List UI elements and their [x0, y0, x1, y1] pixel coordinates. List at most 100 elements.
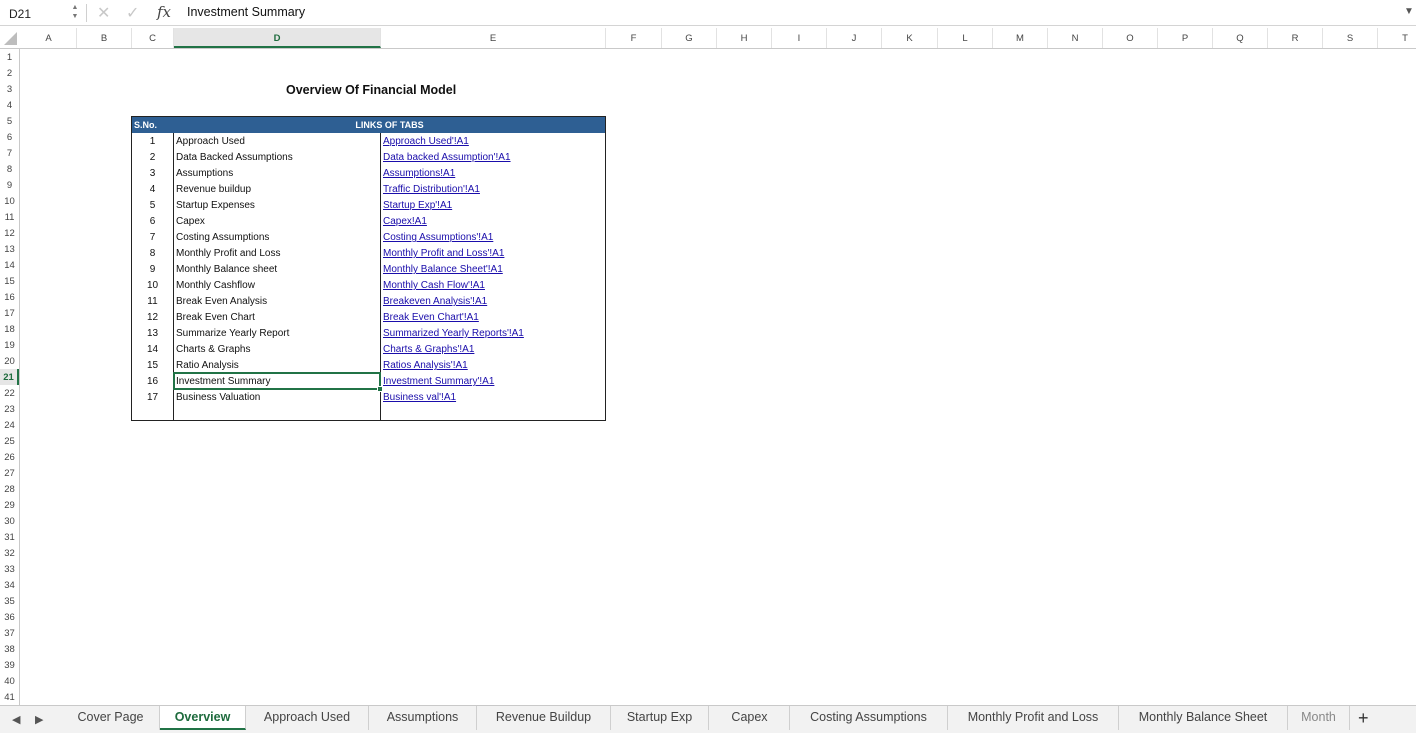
row-header[interactable]: 19: [0, 337, 19, 353]
tab-link[interactable]: Approach Used'!A1: [383, 136, 469, 147]
row-header[interactable]: 3: [0, 81, 19, 97]
active-cell-selection[interactable]: [173, 372, 383, 392]
row-header[interactable]: 38: [0, 641, 19, 657]
row-header[interactable]: 41: [0, 689, 19, 705]
row-header[interactable]: 36: [0, 609, 19, 625]
function-icon[interactable]: fx: [157, 3, 171, 21]
column-header[interactable]: B: [77, 28, 132, 48]
tab-link[interactable]: Monthly Cash Flow'!A1: [383, 280, 485, 291]
column-header[interactable]: L: [938, 28, 993, 48]
tab-link[interactable]: Charts & Graphs'!A1: [383, 344, 474, 355]
tab-link[interactable]: Monthly Profit and Loss'!A1: [383, 248, 504, 259]
row-header[interactable]: 13: [0, 241, 19, 257]
column-header[interactable]: R: [1268, 28, 1323, 48]
tab-link[interactable]: Break Even Chart'!A1: [383, 312, 479, 323]
row-header[interactable]: 37: [0, 625, 19, 641]
cancel-icon[interactable]: ✕: [97, 3, 110, 23]
row-header[interactable]: 31: [0, 529, 19, 545]
row-header[interactable]: 21: [0, 369, 19, 385]
column-header[interactable]: P: [1158, 28, 1213, 48]
row-header[interactable]: 4: [0, 97, 19, 113]
tab-link[interactable]: Monthly Balance Sheet'!A1: [383, 264, 503, 275]
confirm-icon[interactable]: ✓: [126, 3, 139, 23]
row-header[interactable]: 2: [0, 65, 19, 81]
row-header[interactable]: 39: [0, 657, 19, 673]
formula-input[interactable]: Investment Summary: [187, 5, 305, 19]
column-header[interactable]: H: [717, 28, 772, 48]
row-header[interactable]: 14: [0, 257, 19, 273]
row-header[interactable]: 40: [0, 673, 19, 689]
column-header[interactable]: E: [381, 28, 606, 48]
column-header[interactable]: A: [21, 28, 77, 48]
tab-link[interactable]: Data backed Assumption'!A1: [383, 152, 511, 163]
column-header[interactable]: N: [1048, 28, 1103, 48]
column-header[interactable]: D: [174, 28, 381, 48]
column-header[interactable]: S: [1323, 28, 1378, 48]
row-header[interactable]: 29: [0, 497, 19, 513]
row-header[interactable]: 22: [0, 385, 19, 401]
row-header[interactable]: 6: [0, 129, 19, 145]
next-sheet-icon[interactable]: ▶: [35, 713, 43, 726]
add-sheet-icon[interactable]: +: [1358, 708, 1369, 729]
tab-link[interactable]: Ratios Analysis'!A1: [383, 360, 468, 371]
row-header[interactable]: 8: [0, 161, 19, 177]
tab-link[interactable]: Traffic Distribution'!A1: [383, 184, 480, 195]
tab-link[interactable]: Summarized Yearly Reports'!A1: [383, 328, 524, 339]
sheet-tab[interactable]: Cover Page: [62, 706, 160, 730]
sheet-tab[interactable]: Monthly Balance Sheet: [1119, 706, 1288, 730]
column-header[interactable]: O: [1103, 28, 1158, 48]
row-header[interactable]: 12: [0, 225, 19, 241]
column-header[interactable]: M: [993, 28, 1048, 48]
fill-handle[interactable]: [377, 386, 383, 392]
row-header[interactable]: 27: [0, 465, 19, 481]
sheet-tab[interactable]: Revenue Buildup: [477, 706, 611, 730]
row-header[interactable]: 5: [0, 113, 19, 129]
row-header[interactable]: 18: [0, 321, 19, 337]
prev-sheet-icon[interactable]: ◀: [12, 713, 20, 726]
row-header[interactable]: 11: [0, 209, 19, 225]
column-header[interactable]: Q: [1213, 28, 1268, 48]
column-header[interactable]: J: [827, 28, 882, 48]
tab-link[interactable]: Capex!A1: [383, 216, 427, 227]
row-header[interactable]: 17: [0, 305, 19, 321]
column-header[interactable]: G: [662, 28, 717, 48]
column-header[interactable]: I: [772, 28, 827, 48]
sheet-tab[interactable]: Month: [1288, 706, 1350, 730]
tab-link[interactable]: Business val'!A1: [383, 392, 456, 403]
sheet-tab[interactable]: Costing Assumptions: [790, 706, 948, 730]
row-header[interactable]: 33: [0, 561, 19, 577]
row-header[interactable]: 30: [0, 513, 19, 529]
sheet-tab[interactable]: Startup Exp: [611, 706, 709, 730]
row-header[interactable]: 24: [0, 417, 19, 433]
select-all-corner[interactable]: [0, 28, 20, 48]
tab-link[interactable]: Investment Summary'!A1: [383, 376, 494, 387]
sheet-tab[interactable]: Assumptions: [369, 706, 477, 730]
sheet-tab[interactable]: Overview: [160, 706, 246, 730]
row-header[interactable]: 20: [0, 353, 19, 369]
row-header[interactable]: 10: [0, 193, 19, 209]
tab-link[interactable]: Breakeven Analysis'!A1: [383, 296, 487, 307]
expand-formula-bar-icon[interactable]: ▼: [1404, 6, 1414, 17]
name-box-stepper-icon[interactable]: ▲ ▼: [70, 3, 80, 23]
sheet-tab[interactable]: Capex: [710, 706, 790, 730]
row-header[interactable]: 9: [0, 177, 19, 193]
row-header[interactable]: 7: [0, 145, 19, 161]
row-header[interactable]: 1: [0, 49, 19, 65]
row-header[interactable]: 32: [0, 545, 19, 561]
row-header[interactable]: 35: [0, 593, 19, 609]
sheet-tab[interactable]: Approach Used: [246, 706, 369, 730]
row-header[interactable]: 34: [0, 577, 19, 593]
sheet-tab[interactable]: Monthly Profit and Loss: [948, 706, 1119, 730]
row-header[interactable]: 28: [0, 481, 19, 497]
column-header[interactable]: C: [132, 28, 174, 48]
row-header[interactable]: 15: [0, 273, 19, 289]
row-header[interactable]: 16: [0, 289, 19, 305]
tab-link[interactable]: Costing Assumptions'!A1: [383, 232, 493, 243]
row-header[interactable]: 23: [0, 401, 19, 417]
row-header[interactable]: 25: [0, 433, 19, 449]
row-header[interactable]: 26: [0, 449, 19, 465]
column-header[interactable]: K: [882, 28, 938, 48]
worksheet-grid[interactable]: Overview Of Financial Model S.No. LINKS …: [21, 49, 1416, 705]
column-header[interactable]: F: [606, 28, 662, 48]
column-header[interactable]: T: [1378, 28, 1416, 48]
